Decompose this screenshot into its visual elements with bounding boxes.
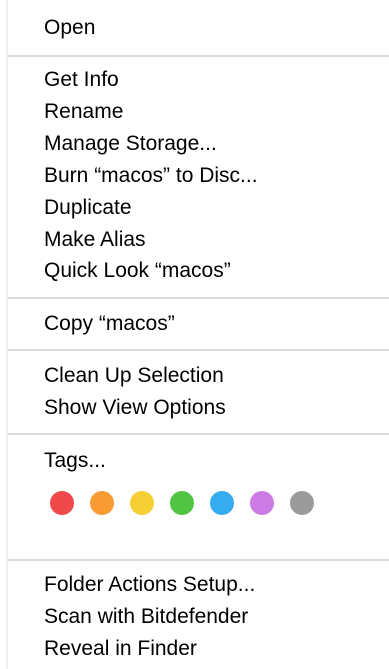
menu-separator bbox=[8, 349, 389, 351]
tag-green-dot[interactable] bbox=[170, 491, 194, 515]
menu-item-show-view-options[interactable]: Show View Options bbox=[44, 393, 226, 423]
menu-item-copy[interactable]: Copy “macos” bbox=[44, 309, 175, 339]
context-menu: Open Get Info Rename Manage Storage... B… bbox=[8, 0, 389, 669]
menu-separator bbox=[8, 559, 389, 561]
tag-gray-dot[interactable] bbox=[290, 491, 314, 515]
menu-separator bbox=[8, 55, 389, 57]
menu-item-quick-look[interactable]: Quick Look “macos” bbox=[44, 256, 231, 286]
menu-item-clean-up-selection[interactable]: Clean Up Selection bbox=[44, 361, 224, 391]
menu-item-open[interactable]: Open bbox=[44, 13, 95, 43]
menu-item-make-alias[interactable]: Make Alias bbox=[44, 225, 146, 255]
tag-yellow-dot[interactable] bbox=[130, 491, 154, 515]
menu-item-scan-with-bitdefender[interactable]: Scan with Bitdefender bbox=[44, 602, 248, 632]
menu-item-reveal-in-finder[interactable]: Reveal in Finder bbox=[44, 634, 197, 664]
menu-item-manage-storage[interactable]: Manage Storage... bbox=[44, 129, 217, 159]
menu-separator bbox=[8, 433, 389, 435]
tag-orange-dot[interactable] bbox=[90, 491, 114, 515]
menu-item-get-info[interactable]: Get Info bbox=[44, 65, 119, 95]
menu-item-tags[interactable]: Tags... bbox=[44, 446, 106, 476]
tag-blue-dot[interactable] bbox=[210, 491, 234, 515]
tag-purple-dot[interactable] bbox=[250, 491, 274, 515]
menu-item-rename[interactable]: Rename bbox=[44, 97, 123, 127]
menu-item-folder-actions-setup[interactable]: Folder Actions Setup... bbox=[44, 570, 255, 600]
menu-item-burn-to-disc[interactable]: Burn “macos” to Disc... bbox=[44, 161, 258, 191]
menu-item-duplicate[interactable]: Duplicate bbox=[44, 193, 132, 223]
tag-red-dot[interactable] bbox=[50, 491, 74, 515]
menu-separator bbox=[8, 297, 389, 299]
